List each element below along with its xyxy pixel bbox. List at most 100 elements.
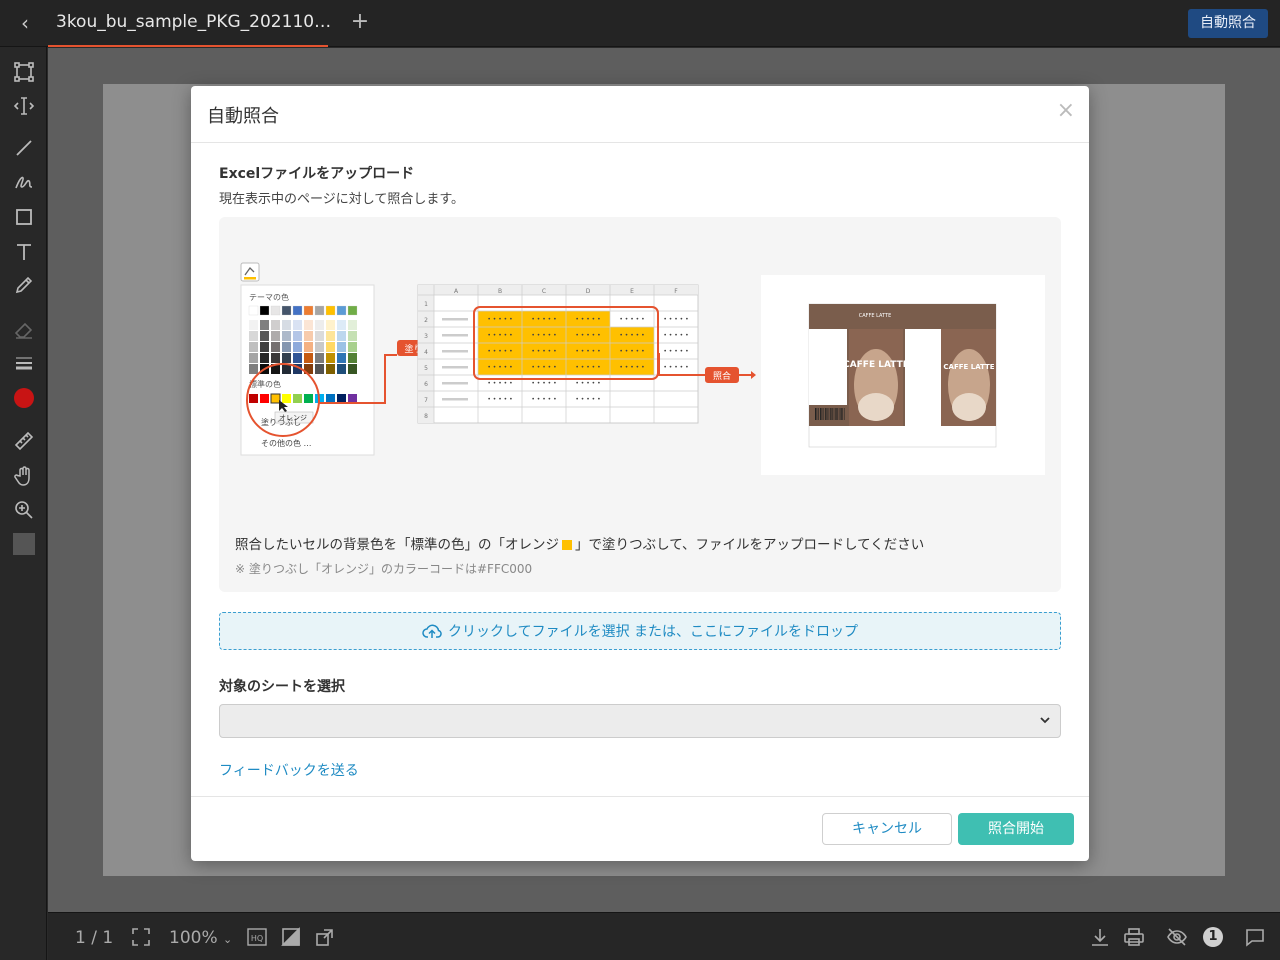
- row-header: 2: [424, 317, 428, 324]
- barcode-bar: [823, 408, 825, 420]
- theme-swatch: [326, 320, 335, 330]
- top-bar: ‹ 3kou_bu_sample_PKG_202110… + 自動照合: [0, 0, 1280, 47]
- theme-swatch: [260, 353, 269, 363]
- cell-dots: • • • • •: [619, 364, 644, 371]
- line-weight-icon[interactable]: [11, 350, 37, 376]
- print-icon[interactable]: [1123, 926, 1145, 948]
- export-icon[interactable]: [314, 926, 336, 948]
- text-cursor-icon[interactable]: [11, 93, 37, 119]
- theme-swatch: [314, 305, 325, 316]
- cell-dots: • • • • •: [663, 364, 688, 371]
- product-name: CAFFE LATTE: [843, 360, 909, 370]
- ruler-icon[interactable]: [11, 428, 37, 454]
- standard-swatch: [348, 394, 357, 403]
- comment-icon[interactable]: [1244, 926, 1266, 948]
- barcode-bar: [840, 408, 842, 420]
- freehand-icon[interactable]: [11, 169, 37, 195]
- zoom-in-icon[interactable]: [11, 497, 37, 523]
- row-header: 8: [424, 413, 428, 420]
- cell-placeholder: [442, 318, 468, 321]
- cell-dots: • • • • •: [575, 380, 600, 387]
- barcode-bar: [828, 408, 830, 420]
- theme-swatch: [270, 305, 281, 316]
- barcode-bar: [842, 408, 843, 420]
- close-icon[interactable]: ×: [1057, 100, 1075, 122]
- theme-swatch: [303, 305, 314, 316]
- zoom-select[interactable]: 100% ⌄: [169, 928, 232, 948]
- standard-swatch: [293, 394, 302, 403]
- back-icon[interactable]: ‹: [14, 12, 36, 34]
- theme-swatch: [337, 331, 346, 341]
- theme-swatch: [293, 353, 302, 363]
- theme-swatch: [348, 320, 357, 330]
- theme-swatch: [282, 342, 291, 352]
- cell-dots: • • • • •: [575, 364, 600, 371]
- pencil-icon[interactable]: [11, 272, 37, 298]
- theme-swatch: [348, 364, 357, 374]
- cell-dots: • • • • •: [575, 348, 600, 355]
- theme-swatch: [282, 320, 291, 330]
- theme-swatch: [271, 342, 280, 352]
- fill-menu-label: 塗りつぶし: [261, 417, 301, 427]
- orange-swatch: [562, 540, 572, 550]
- theme-swatch: [304, 320, 313, 330]
- barcode-bar: [826, 408, 828, 420]
- theme-swatch: [336, 305, 347, 316]
- barcode-bar: [830, 408, 832, 420]
- cancel-button[interactable]: キャンセル: [822, 813, 952, 845]
- product-top-label: CAFFE LATTE: [859, 313, 892, 319]
- barcode-bar: [833, 408, 835, 420]
- sheet-select[interactable]: [219, 704, 1061, 738]
- rectangle-icon[interactable]: [11, 204, 37, 230]
- add-tab-icon[interactable]: +: [348, 10, 372, 34]
- color-picker-icon[interactable]: [11, 385, 37, 411]
- row-header: 7: [424, 397, 428, 404]
- instruction-pre: 照合したいセルの背景色を「標準の色」の「オレンジ: [235, 537, 559, 553]
- standard-swatch: [260, 394, 269, 403]
- upload-subtitle: 現在表示中のページに対して照合します。: [219, 192, 465, 207]
- start-match-button[interactable]: 照合開始: [958, 813, 1074, 845]
- theme-swatch: [348, 342, 357, 352]
- cell-dots: • • • • •: [619, 348, 644, 355]
- dialog-footer-divider: [191, 796, 1089, 797]
- theme-swatch: [293, 331, 302, 341]
- cell-dots: • • • • •: [487, 348, 512, 355]
- svg-text:照合: 照合: [713, 370, 731, 382]
- brand-label: Brushup: [811, 329, 832, 335]
- line-icon[interactable]: [11, 135, 37, 161]
- barcode-bar: [821, 408, 823, 420]
- theme-swatch: [315, 342, 324, 352]
- theme-swatch: [347, 305, 358, 316]
- eraser-icon[interactable]: [11, 317, 37, 343]
- text-tool-icon[interactable]: [11, 239, 37, 265]
- theme-swatch: [326, 331, 335, 341]
- hide-icon[interactable]: [1166, 926, 1188, 948]
- theme-swatch: [249, 320, 258, 330]
- theme-swatch: [348, 331, 357, 341]
- document-tab[interactable]: 3kou_bu_sample_PKG_202110…: [48, 0, 331, 47]
- file-dropzone[interactable]: クリックしてファイルを選択 または、ここにファイルをドロップ: [219, 612, 1061, 650]
- theme-swatch: [281, 305, 292, 316]
- theme-swatch: [337, 320, 346, 330]
- hq-icon[interactable]: HQ: [246, 926, 268, 948]
- theme-swatch: [315, 364, 324, 374]
- auto-match-button[interactable]: 自動照合: [1188, 9, 1268, 38]
- fill-swatch-icon[interactable]: [11, 531, 37, 557]
- svg-text:HQ: HQ: [251, 934, 263, 943]
- cell-dots: • • • • •: [663, 332, 688, 339]
- theme-swatch: [326, 364, 335, 374]
- feedback-link[interactable]: フィードバックを送る: [219, 760, 359, 780]
- theme-swatch: [337, 342, 346, 352]
- fit-screen-icon[interactable]: [130, 926, 152, 948]
- theme-swatch: [337, 353, 346, 363]
- hand-icon[interactable]: [11, 463, 37, 489]
- cell-dots: • • • • •: [619, 316, 644, 323]
- color-palette-illustration: テーマの色 標準の色 オレンジ 塗りつぶし その他の色 …: [240, 262, 397, 456]
- contrast-icon[interactable]: [280, 926, 302, 948]
- row-header: 5: [424, 365, 428, 372]
- download-icon[interactable]: [1089, 926, 1111, 948]
- notification-badge[interactable]: 1: [1203, 927, 1223, 947]
- theme-swatch: [260, 320, 269, 330]
- select-frame-icon[interactable]: [11, 59, 37, 85]
- product-package-image: CAFFE LATTE CAFFE LATTE Brushup CAFFE LA…: [761, 275, 1045, 475]
